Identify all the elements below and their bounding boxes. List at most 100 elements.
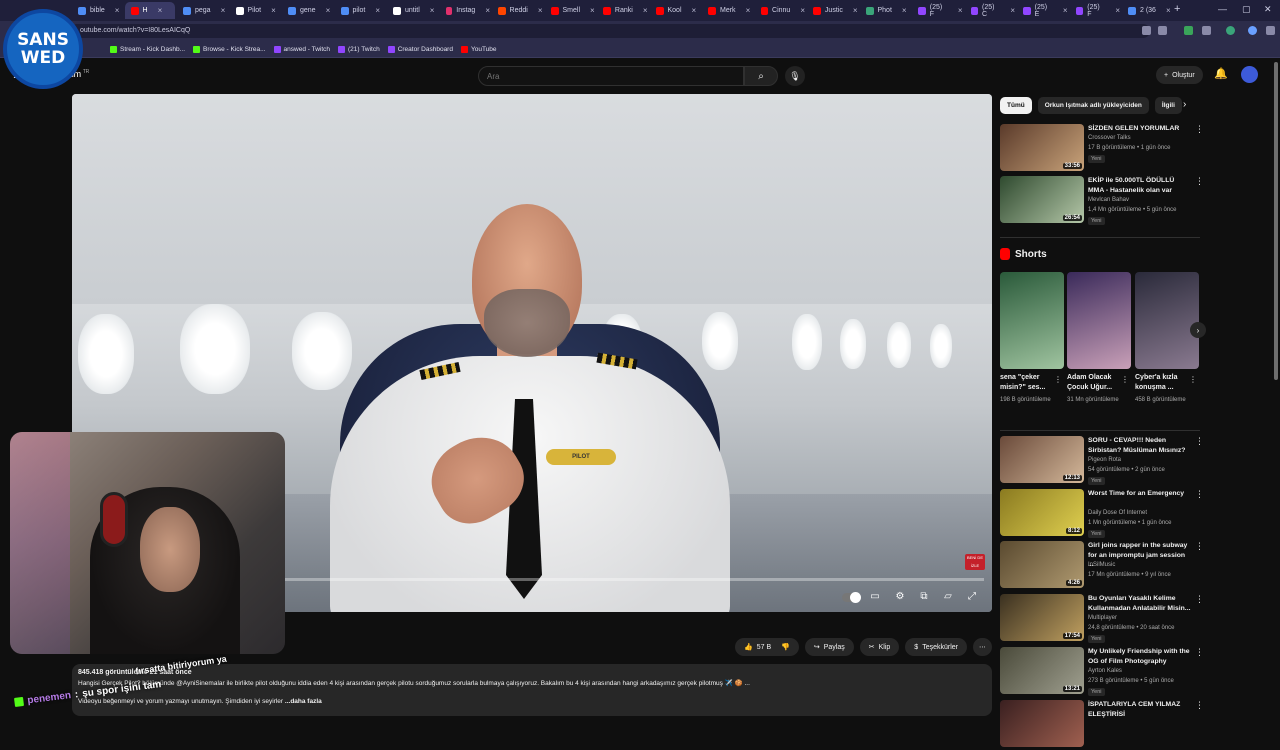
new-tab-button[interactable]: +: [1174, 3, 1180, 15]
browser-tab[interactable]: Justic ×: [807, 2, 858, 19]
video-title[interactable]: EKİP ile 50.000TL ÖDÜLLÜ MMA - Hastaneli…: [1088, 176, 1192, 195]
more-options-icon[interactable]: ⋮: [1195, 489, 1204, 500]
install-icon[interactable]: [1142, 26, 1151, 35]
profile-icon[interactable]: [1226, 26, 1235, 35]
close-tab-icon[interactable]: ×: [430, 6, 435, 15]
close-tab-icon[interactable]: ×: [1166, 6, 1171, 15]
video-thumbnail[interactable]: 17:54: [1000, 594, 1084, 641]
show-more-link[interactable]: ...daha fazla: [285, 698, 322, 705]
chevron-right-icon[interactable]: ›: [1183, 99, 1186, 110]
close-tab-icon[interactable]: ×: [746, 6, 751, 15]
recommended-video[interactable]: 8:12 Worst Time for an Emergency Daily Dos…: [1000, 489, 1205, 539]
close-tab-icon[interactable]: ×: [271, 6, 276, 15]
browser-tab[interactable]: (25) C ×: [965, 2, 1015, 19]
close-tab-icon[interactable]: ×: [1010, 6, 1015, 15]
browser-tab[interactable]: pilot ×: [335, 2, 386, 19]
cast-icon[interactable]: ▱: [941, 591, 955, 603]
browser-tab[interactable]: 2 (36 ×: [1122, 2, 1173, 19]
browser-tab[interactable]: Pilot ×: [230, 2, 281, 19]
video-title[interactable]: My Unlikely Friendship with the OG of Fi…: [1088, 647, 1192, 666]
like-button[interactable]: 👍 57 B 👎: [735, 638, 799, 656]
short-card[interactable]: Adam Olacak Çocuk Uğur... 31 Mn görüntüle…: [1067, 272, 1131, 418]
miniplayer-icon[interactable]: ⧉: [917, 591, 931, 603]
description-box[interactable]: 845.418 görüntüleme 21 saat önce Hangisi…: [72, 664, 992, 716]
video-thumbnail[interactable]: 12:13: [1000, 436, 1084, 483]
thanks-button[interactable]: $ Teşekkürler: [905, 638, 967, 656]
url-field[interactable]: outube.com/watch?v=I80LesAICqQ: [70, 24, 1150, 38]
channel-name[interactable]: Mevlcan Bahav: [1088, 197, 1129, 203]
thumbs-down-icon[interactable]: 👎: [781, 643, 790, 651]
recommended-video[interactable]: 17:54 Bu Oyunları Yasaklı Kelime Kullanma…: [1000, 594, 1205, 644]
browser-tab[interactable]: untitl ×: [387, 2, 438, 19]
browser-tab[interactable]: pega ×: [177, 2, 228, 19]
notifications-bell-icon[interactable]: 🔔: [1214, 67, 1228, 80]
extension-icon[interactable]: [1184, 26, 1193, 35]
chevron-right-icon[interactable]: ›: [1190, 322, 1206, 338]
channel-name[interactable]: Crossover Talks: [1088, 135, 1131, 141]
scrollbar[interactable]: [1274, 62, 1278, 380]
bookmark-item[interactable]: YouTube: [460, 45, 497, 53]
short-card[interactable]: Cyber'a kızla konuşma ... 458 B görüntüle…: [1135, 272, 1199, 418]
browser-tab[interactable]: Phot ×: [860, 2, 911, 19]
subtitles-icon[interactable]: ▭: [868, 591, 882, 603]
close-tab-icon[interactable]: ×: [902, 6, 907, 15]
more-options-icon[interactable]: ⋮: [1195, 176, 1204, 187]
close-tab-icon[interactable]: ×: [800, 6, 805, 15]
channel-name[interactable]: Daily Dose Of Internet: [1088, 510, 1147, 516]
more-options-icon[interactable]: ⋮: [1195, 436, 1204, 447]
extensions-puzzle-icon[interactable]: [1202, 26, 1211, 35]
close-tab-icon[interactable]: ×: [538, 6, 543, 15]
browser-tab[interactable]: (25) E ×: [1017, 2, 1068, 19]
channel-name[interactable]: Ayrton Kales: [1088, 668, 1122, 674]
close-tab-icon[interactable]: ×: [958, 6, 963, 15]
account-icon[interactable]: [1248, 26, 1257, 35]
close-tab-icon[interactable]: ×: [643, 6, 648, 15]
video-thumbnail[interactable]: 13:21: [1000, 647, 1084, 694]
close-window-icon[interactable]: ✕: [1264, 4, 1272, 15]
more-options-icon[interactable]: ⋮: [1195, 124, 1204, 135]
browser-tab[interactable]: bible ×: [72, 2, 123, 19]
recommended-video[interactable]: 33:56 SİZDEN GELEN YORUMLAR Crossover Talk…: [1000, 124, 1205, 174]
video-thumbnail[interactable]: 8:12: [1000, 489, 1084, 536]
close-tab-icon[interactable]: ×: [115, 6, 120, 15]
share-button[interactable]: ↪ Paylaş: [804, 638, 854, 656]
filter-chip[interactable]: Tümü: [1000, 97, 1032, 114]
autoplay-toggle[interactable]: [842, 592, 861, 603]
bookmark-item[interactable]: (21) Twitch: [338, 45, 380, 53]
close-tab-icon[interactable]: ×: [853, 6, 858, 15]
channel-name[interactable]: Pigeon Rota: [1088, 457, 1121, 463]
video-title[interactable]: Worst Time for an Emergency: [1088, 489, 1192, 499]
short-thumbnail[interactable]: [1067, 272, 1131, 369]
search-input[interactable]: [478, 66, 744, 86]
short-title[interactable]: Cyber'a kızla konuşma ...: [1135, 373, 1191, 393]
browser-tab[interactable]: (25) F ×: [1070, 2, 1120, 19]
more-actions-button[interactable]: ⋯: [973, 638, 992, 656]
browser-tab[interactable]: Instag ×: [440, 2, 490, 19]
maximize-icon[interactable]: ▢: [1242, 4, 1251, 15]
recommended-video[interactable]: 4:26 Girl joins rapper in the subway for …: [1000, 541, 1205, 591]
recommended-video[interactable]: 13:21 My Unlikely Friendship with the OG …: [1000, 647, 1205, 697]
more-options-icon[interactable]: ⋮: [1195, 541, 1204, 552]
channel-name[interactable]: InSilMusic: [1088, 562, 1115, 568]
browser-tab[interactable]: H ×: [124, 2, 175, 19]
more-options-icon[interactable]: ⋮: [1121, 375, 1129, 384]
avatar[interactable]: [1241, 66, 1258, 83]
recommended-video[interactable]: İSPATLARIYLA CEM YILMAZ ELEŞTİRİSİ ⋮: [1000, 700, 1205, 750]
bookmark-star-icon[interactable]: [1158, 26, 1167, 35]
create-button[interactable]: + Oluştur: [1156, 66, 1203, 84]
video-title[interactable]: SORU - CEVAP!!! Neden Sirbistan? Müslüma…: [1088, 436, 1192, 455]
more-options-icon[interactable]: ⋮: [1195, 594, 1204, 605]
bookmark-item[interactable]: answed - Twitch: [273, 45, 330, 53]
close-tab-icon[interactable]: ×: [326, 6, 331, 15]
more-options-icon[interactable]: ⋮: [1189, 375, 1197, 384]
bookmark-item[interactable]: Browse - Kick Strea...: [193, 45, 266, 53]
browser-tab[interactable]: Smell ×: [545, 2, 596, 19]
browser-tab[interactable]: Reddi ×: [492, 2, 543, 19]
video-thumbnail[interactable]: [1000, 700, 1084, 747]
filter-chip[interactable]: İlgili: [1154, 97, 1182, 114]
clip-button[interactable]: ✂ Klip: [859, 638, 900, 656]
more-options-icon[interactable]: ⋮: [1195, 700, 1204, 711]
short-title[interactable]: sena "çeker misin?" ses...: [1000, 373, 1056, 393]
video-title[interactable]: İSPATLARIYLA CEM YILMAZ ELEŞTİRİSİ: [1088, 700, 1192, 719]
browser-tab[interactable]: (25) F ×: [912, 2, 963, 19]
